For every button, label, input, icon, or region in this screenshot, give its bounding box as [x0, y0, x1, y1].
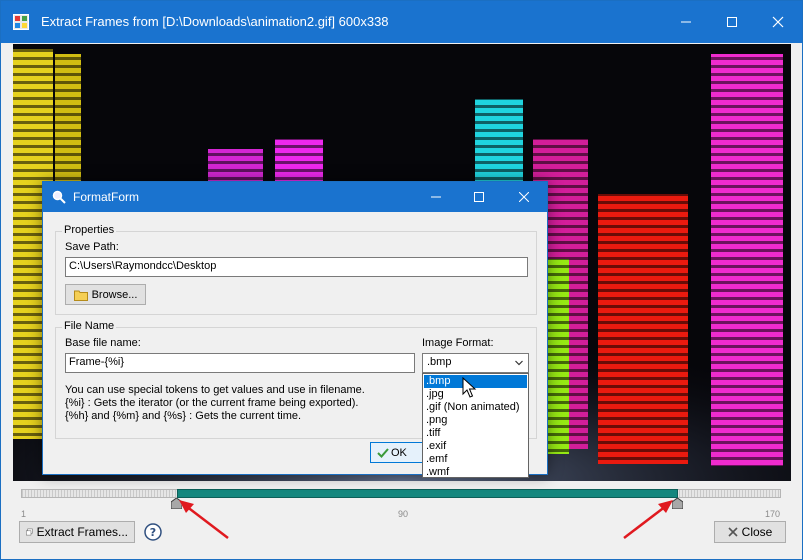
tick-end: 170: [765, 509, 781, 519]
save-path-label: Save Path:: [65, 241, 119, 253]
format-form-dialog: FormatForm Properties Save Path: C:\User…: [42, 181, 548, 478]
annotation-arrow-right-icon: [623, 500, 673, 539]
frames-icon: [26, 528, 33, 536]
close-button[interactable]: Close: [714, 521, 786, 543]
tick-mid: 90: [398, 509, 409, 519]
minimize-button[interactable]: [663, 1, 709, 43]
browse-label: Browse...: [91, 288, 138, 301]
selected-range[interactable]: [177, 489, 678, 498]
format-option-wmf[interactable]: .wmf: [424, 466, 527, 479]
extract-frames-button[interactable]: Extract Frames...: [19, 521, 135, 543]
main-titlebar[interactable]: Extract Frames from [D:\Downloads\animat…: [1, 1, 802, 43]
base-file-name-label: Base file name:: [65, 337, 141, 349]
maximize-button[interactable]: [709, 1, 755, 43]
chevron-down-icon: [515, 360, 523, 366]
annotation-arrow-left-icon: [179, 500, 229, 539]
mouse-cursor-icon: [462, 377, 477, 398]
folder-icon: [73, 290, 88, 301]
close-label: Close: [741, 525, 773, 539]
image-format-value: .bmp: [427, 356, 452, 368]
image-format-select[interactable]: .bmp: [422, 353, 529, 373]
format-option-tiff[interactable]: .tiff: [424, 427, 527, 440]
magnifier-icon: [52, 190, 66, 204]
browse-button[interactable]: Browse...: [65, 284, 146, 305]
ok-label: OK: [391, 446, 407, 459]
hint-line-1: You can use special tokens to get values…: [65, 384, 365, 396]
help-icon: ?: [144, 523, 162, 541]
tick-start: 1: [21, 509, 27, 519]
file-name-title: File Name: [62, 320, 117, 332]
image-format-label: Image Format:: [422, 337, 494, 349]
ff-close-button[interactable]: [505, 182, 543, 212]
close-icon: [728, 527, 738, 537]
hint-line-3: {%h} and {%m} and {%s} : Gets the curren…: [65, 410, 302, 422]
maximize-icon: [474, 192, 484, 202]
base-file-name-input[interactable]: Frame-{%i}: [65, 353, 415, 373]
save-path-input[interactable]: C:\Users\Raymondcc\Desktop: [65, 257, 528, 277]
close-window-button[interactable]: [755, 1, 801, 43]
minimize-icon: [681, 21, 691, 23]
help-button[interactable]: ?: [143, 522, 163, 542]
hint-line-2: {%i} : Gets the iterator (or the current…: [65, 397, 359, 409]
svg-text:?: ?: [150, 526, 156, 539]
ff-maximize-button[interactable]: [460, 182, 498, 212]
format-form-title: FormatForm: [73, 190, 139, 204]
minimize-icon: [431, 196, 441, 198]
format-option-png[interactable]: .png: [424, 414, 527, 427]
format-option-gif[interactable]: .gif (Non animated): [424, 401, 527, 414]
close-icon: [772, 16, 784, 28]
maximize-icon: [727, 17, 737, 27]
close-icon: [519, 192, 529, 202]
window-title: Extract Frames from [D:\Downloads\animat…: [41, 14, 389, 29]
format-option-emf[interactable]: .emf: [424, 453, 527, 466]
format-form-titlebar[interactable]: FormatForm: [43, 182, 547, 212]
extract-frames-label: Extract Frames...: [36, 525, 128, 539]
properties-title: Properties: [62, 224, 117, 236]
ff-minimize-button[interactable]: [417, 182, 455, 212]
checkmark-icon: [377, 448, 389, 458]
app-icon: [13, 14, 29, 30]
format-option-exif[interactable]: .exif: [424, 440, 527, 453]
